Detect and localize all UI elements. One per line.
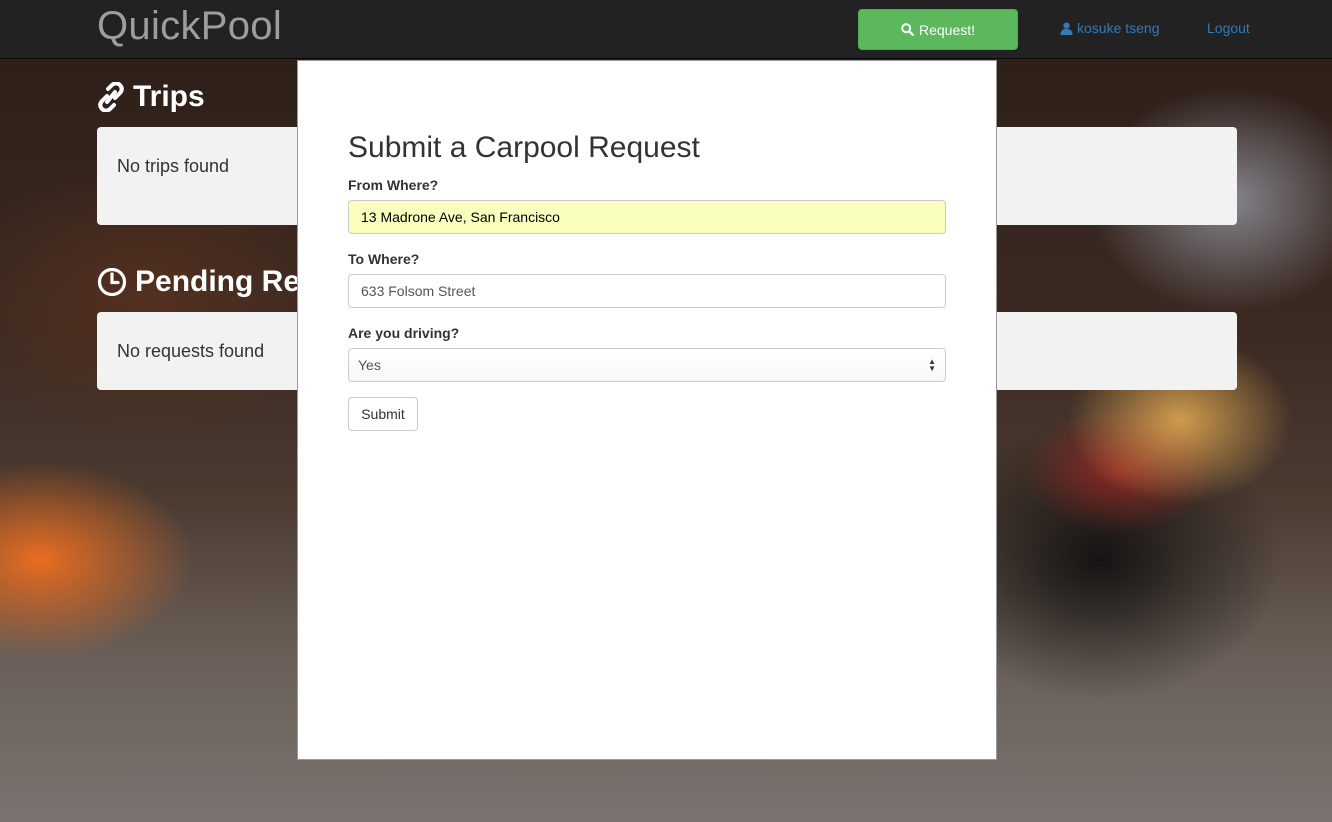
to-label: To Where?	[348, 251, 420, 267]
request-button-label: Request!	[918, 21, 976, 38]
request-button[interactable]: Request!	[858, 9, 1018, 50]
clock-icon	[97, 267, 127, 297]
request-modal: Submit a Carpool Request From Where? To …	[297, 60, 997, 760]
navbar: QuickPool Request! kosuke tseng Logout	[0, 0, 1332, 59]
trips-title: Trips	[133, 80, 205, 113]
brand-logo[interactable]: QuickPool	[97, 4, 282, 49]
submit-button[interactable]: Submit	[348, 397, 418, 431]
from-label: From Where?	[348, 177, 439, 193]
driving-select[interactable]: Yes ▲ ▼	[348, 348, 946, 382]
from-input[interactable]	[348, 200, 946, 234]
trips-empty-text: No trips found	[117, 156, 230, 176]
user-icon	[1060, 21, 1073, 35]
pending-empty-text: No requests found	[117, 341, 265, 361]
user-link[interactable]: kosuke tseng	[1060, 20, 1160, 36]
logout-link[interactable]: Logout	[1207, 20, 1250, 36]
trips-heading: Trips	[97, 80, 205, 114]
to-input[interactable]	[348, 274, 946, 308]
link-icon	[98, 82, 124, 112]
select-arrows-icon: ▲ ▼	[928, 357, 936, 373]
driving-label: Are you driving?	[348, 325, 460, 341]
modal-title: Submit a Carpool Request	[348, 131, 700, 164]
search-icon	[901, 23, 914, 36]
user-name: kosuke tseng	[1077, 20, 1160, 36]
driving-select-value: Yes	[358, 357, 381, 373]
